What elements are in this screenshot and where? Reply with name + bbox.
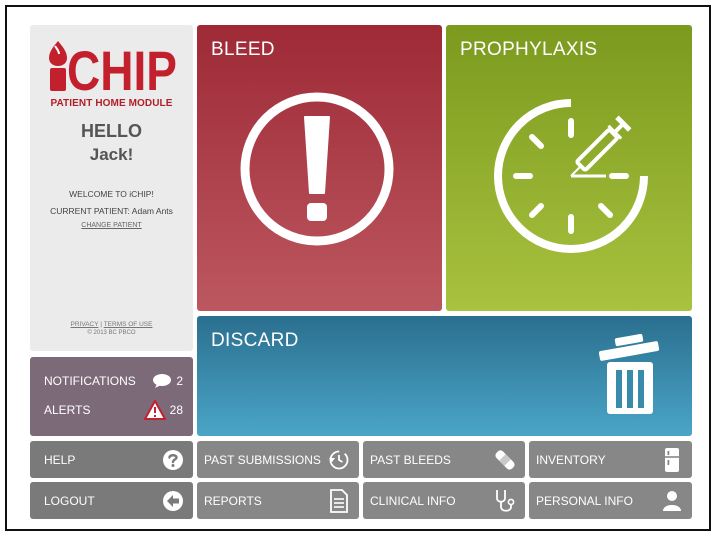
clinical-info-button[interactable]: CLINICAL INFO xyxy=(363,482,525,519)
arrow-left-icon xyxy=(161,489,185,513)
alerts-label: ALERTS xyxy=(44,403,91,417)
logo-text: CHIP xyxy=(67,39,177,93)
trash-icon xyxy=(598,334,660,414)
help-button[interactable]: HELP xyxy=(30,441,193,478)
fridge-icon xyxy=(660,447,684,472)
alerts-count: 28 xyxy=(169,403,183,417)
module-title: PATIENT HOME MODULE xyxy=(50,98,173,109)
inventory-button[interactable]: INVENTORY xyxy=(529,441,692,478)
past-submissions-button[interactable]: PAST SUBMISSIONS xyxy=(197,441,359,478)
past-submissions-label: PAST SUBMISSIONS xyxy=(204,452,321,467)
notifications-panel: NOTIFICATIONS 2 ALERTS 28 xyxy=(30,357,193,436)
reports-button[interactable]: REPORTS xyxy=(197,482,359,519)
bandage-icon xyxy=(493,448,517,472)
speech-bubble-icon xyxy=(153,374,172,388)
help-label: HELP xyxy=(44,452,76,467)
exclamation-circle-icon xyxy=(240,92,394,246)
legal-separator: | xyxy=(100,321,102,328)
notifications-count: 2 xyxy=(176,374,183,388)
reports-label: REPORTS xyxy=(204,493,262,508)
prophylaxis-title: PROPHYLAXIS xyxy=(460,39,598,60)
past-bleeds-label: PAST BLEEDS xyxy=(370,452,451,467)
person-icon xyxy=(660,489,684,513)
alerts-row[interactable]: ALERTS 28 xyxy=(44,400,183,420)
personal-info-button[interactable]: PERSONAL INFO xyxy=(529,482,692,519)
question-icon xyxy=(161,448,185,472)
history-clock-icon xyxy=(327,448,351,472)
bleed-tile[interactable]: BLEED xyxy=(197,25,442,311)
user-name: Jack! xyxy=(89,145,134,164)
logout-button[interactable]: LOGOUT xyxy=(30,482,193,519)
clock-syringe-icon xyxy=(494,99,648,253)
welcome-text: WELCOME TO iCHIP! xyxy=(69,189,154,199)
discard-tile[interactable]: DISCARD xyxy=(197,316,692,436)
hello-text: HELLO xyxy=(81,121,142,141)
legal-links: PRIVACY | TERMS OF USE xyxy=(30,321,193,328)
bleed-title: BLEED xyxy=(211,39,275,60)
terms-link[interactable]: TERMS OF USE xyxy=(104,321,153,328)
discard-title: DISCARD xyxy=(211,330,299,351)
privacy-link[interactable]: PRIVACY xyxy=(71,321,99,328)
stethoscope-icon xyxy=(493,489,517,513)
logout-label: LOGOUT xyxy=(44,493,95,508)
current-patient: CURRENT PATIENT: Adam Ants xyxy=(50,206,173,216)
copyright: © 2013 BC PBCO xyxy=(87,330,136,336)
past-bleeds-button[interactable]: PAST BLEEDS xyxy=(363,441,525,478)
document-icon xyxy=(327,488,351,513)
notifications-row[interactable]: NOTIFICATIONS 2 xyxy=(44,371,183,391)
ichip-logo: CHIP xyxy=(49,39,177,93)
warning-triangle-icon xyxy=(143,400,166,420)
clinical-info-label: CLINICAL INFO xyxy=(370,493,456,508)
user-info-panel: CHIP PATIENT HOME MODULE HELLO Jack! WEL… xyxy=(30,25,193,351)
notifications-label: NOTIFICATIONS xyxy=(44,374,136,388)
personal-info-label: PERSONAL INFO xyxy=(536,493,633,508)
change-patient-link[interactable]: CHANGE PATIENT xyxy=(30,222,193,229)
inventory-label: INVENTORY xyxy=(536,452,606,467)
prophylaxis-tile[interactable]: PROPHYLAXIS xyxy=(446,25,692,311)
